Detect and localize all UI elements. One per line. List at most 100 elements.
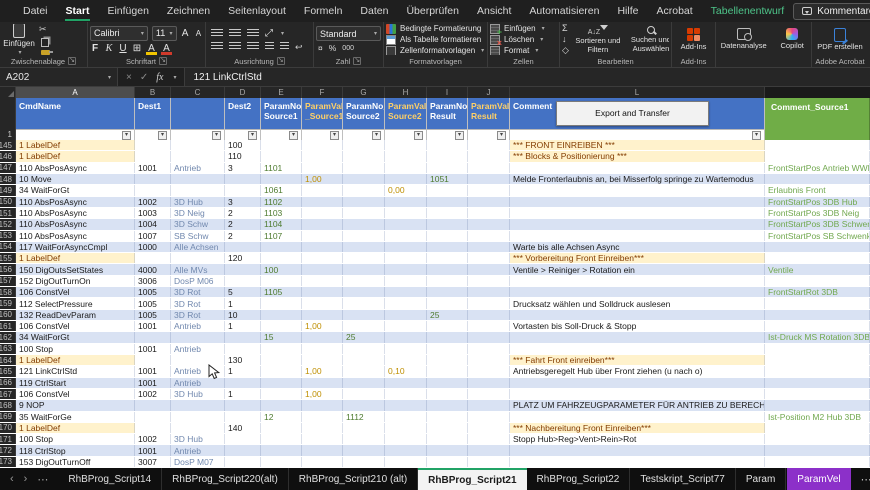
- shrink-font-button[interactable]: A: [194, 29, 203, 38]
- column-letter-D[interactable]: D: [225, 87, 261, 98]
- cell-g[interactable]: [343, 457, 385, 467]
- column-letter-G[interactable]: G: [343, 87, 385, 98]
- cell-a[interactable]: 153 DigOutTurnOff: [16, 457, 135, 467]
- sheet-tab-param[interactable]: Param: [736, 468, 786, 490]
- cell-a[interactable]: 152 DigOutTurnOn: [16, 276, 135, 286]
- more-sheets-icon[interactable]: ⋯: [861, 473, 870, 486]
- cell-a[interactable]: 150 DigOutsSetStates: [16, 264, 135, 274]
- cell-g[interactable]: [343, 287, 385, 297]
- cell-comment[interactable]: [510, 310, 765, 320]
- fill-button[interactable]: ↓: [562, 34, 569, 44]
- cell-e[interactable]: [261, 457, 302, 467]
- sort-filter-button[interactable]: A↓Z Sortieren und Filtern: [574, 25, 622, 54]
- menu-tab-zeichnen[interactable]: Zeichnen: [158, 0, 219, 22]
- cell-h[interactable]: [385, 321, 427, 331]
- borders-button[interactable]: ⊞: [132, 43, 142, 54]
- cell-d[interactable]: [225, 412, 261, 422]
- cell-b[interactable]: 1001: [135, 321, 171, 331]
- menu-tab-formeln[interactable]: Formeln: [295, 0, 352, 22]
- cell-j[interactable]: [468, 366, 510, 376]
- underline-button[interactable]: U: [118, 43, 128, 54]
- cell-cs[interactable]: FrontStartPos 3DB Hub: [765, 197, 870, 207]
- cell-b[interactable]: 1004: [135, 219, 171, 229]
- bold-button[interactable]: F: [90, 43, 100, 54]
- cell-j[interactable]: [468, 344, 510, 354]
- cell-c[interactable]: 3D Rot: [171, 298, 225, 308]
- cell-d[interactable]: 1: [225, 321, 261, 331]
- cell-d[interactable]: [225, 434, 261, 444]
- cell-cs[interactable]: FrontStartRot 3DB: [765, 287, 870, 297]
- cell-f[interactable]: [302, 457, 343, 467]
- cell-a[interactable]: 110 AbsPosAsync: [16, 219, 135, 229]
- cell-b[interactable]: [135, 151, 171, 161]
- cell-f[interactable]: [302, 445, 343, 455]
- cell-e[interactable]: [261, 276, 302, 286]
- column-letter-I[interactable]: I: [427, 87, 468, 98]
- row-number[interactable]: 169: [0, 412, 16, 422]
- cell-e[interactable]: [261, 366, 302, 376]
- cell-styles-button[interactable]: Zellenformatvorlagen▾: [386, 46, 485, 56]
- cell-comment[interactable]: [510, 457, 765, 467]
- cell-f[interactable]: [302, 185, 343, 195]
- cell-f[interactable]: [302, 197, 343, 207]
- cell-i[interactable]: [427, 219, 468, 229]
- fill-color-button[interactable]: A: [146, 43, 157, 54]
- cell-h[interactable]: [385, 276, 427, 286]
- cell-a[interactable]: 118 CtrlStop: [16, 445, 135, 455]
- cell-e[interactable]: 1105: [261, 287, 302, 297]
- cell-b[interactable]: [135, 412, 171, 422]
- column-letter-L[interactable]: L: [510, 87, 765, 98]
- cell-comment[interactable]: Melde Fronterlaubnis an, bei Misserfolg …: [510, 174, 765, 184]
- cell-e[interactable]: [261, 321, 302, 331]
- cell-b[interactable]: 1000: [135, 242, 171, 252]
- cell-cs[interactable]: [765, 310, 870, 320]
- row-number[interactable]: 159: [0, 298, 16, 308]
- cell-e[interactable]: [261, 174, 302, 184]
- cell-b[interactable]: 1005: [135, 287, 171, 297]
- cell-comment[interactable]: PLATZ UM FAHRZEUGPARAMETER FÜR ANTRIEB Z…: [510, 400, 765, 410]
- filter-dropdown-icon[interactable]: ▾: [414, 131, 423, 140]
- cell-i[interactable]: [427, 231, 468, 241]
- cell-c[interactable]: SB Schw: [171, 231, 225, 241]
- cell-b[interactable]: [135, 400, 171, 410]
- menu-tab-automatisieren[interactable]: Automatisieren: [520, 0, 608, 22]
- column-header-b[interactable]: Dest1▾: [135, 98, 171, 140]
- menu-tab-acrobat[interactable]: Acrobat: [647, 0, 701, 22]
- clear-button[interactable]: ◇: [562, 45, 569, 55]
- menu-tab--berpr-fen[interactable]: Überprüfen: [397, 0, 468, 22]
- cell-d[interactable]: [225, 445, 261, 455]
- filter-dropdown-icon[interactable]: ▾: [455, 131, 464, 140]
- addins-button[interactable]: Add-Ins: [674, 28, 713, 52]
- cell-c[interactable]: 3D Hub: [171, 434, 225, 444]
- cell-f[interactable]: 1,00: [302, 366, 343, 376]
- sheet-tab-rhbprog-script210-alt-[interactable]: RhBProg_Script210 (alt): [289, 468, 418, 490]
- cell-c[interactable]: DosP M06: [171, 276, 225, 286]
- row-number[interactable]: 149: [0, 185, 16, 195]
- cancel-icon[interactable]: ×: [126, 72, 132, 83]
- cell-g[interactable]: [343, 253, 385, 263]
- cell-h[interactable]: [385, 445, 427, 455]
- cell-cs[interactable]: [765, 242, 870, 252]
- cell-d[interactable]: 3: [225, 163, 261, 173]
- paste-button[interactable]: Einfügen ▾: [2, 24, 36, 55]
- cell-i[interactable]: [427, 298, 468, 308]
- menu-tab-einf-gen[interactable]: Einfügen: [98, 0, 157, 22]
- cell-g[interactable]: 1112: [343, 412, 385, 422]
- sheet-nav-left-icon[interactable]: ‹: [10, 473, 14, 485]
- cell-g[interactable]: [343, 242, 385, 252]
- cell-j[interactable]: [468, 197, 510, 207]
- cell-j[interactable]: [468, 434, 510, 444]
- conditional-formatting-button[interactable]: Bedingte Formatierung▾: [386, 24, 485, 34]
- cell-g[interactable]: 25: [343, 332, 385, 342]
- cell-j[interactable]: [468, 140, 510, 150]
- column-letter-J[interactable]: J: [468, 87, 510, 98]
- cell-b[interactable]: [135, 423, 171, 433]
- cell-c[interactable]: [171, 140, 225, 150]
- cell-a[interactable]: 121 LinkCtrlStd: [16, 366, 135, 376]
- dialog-launcher-icon[interactable]: ↘: [68, 57, 76, 65]
- cell-g[interactable]: [343, 219, 385, 229]
- cell-d[interactable]: [225, 378, 261, 388]
- cell-g[interactable]: [343, 423, 385, 433]
- cell-i[interactable]: [427, 344, 468, 354]
- cell-g[interactable]: [343, 344, 385, 354]
